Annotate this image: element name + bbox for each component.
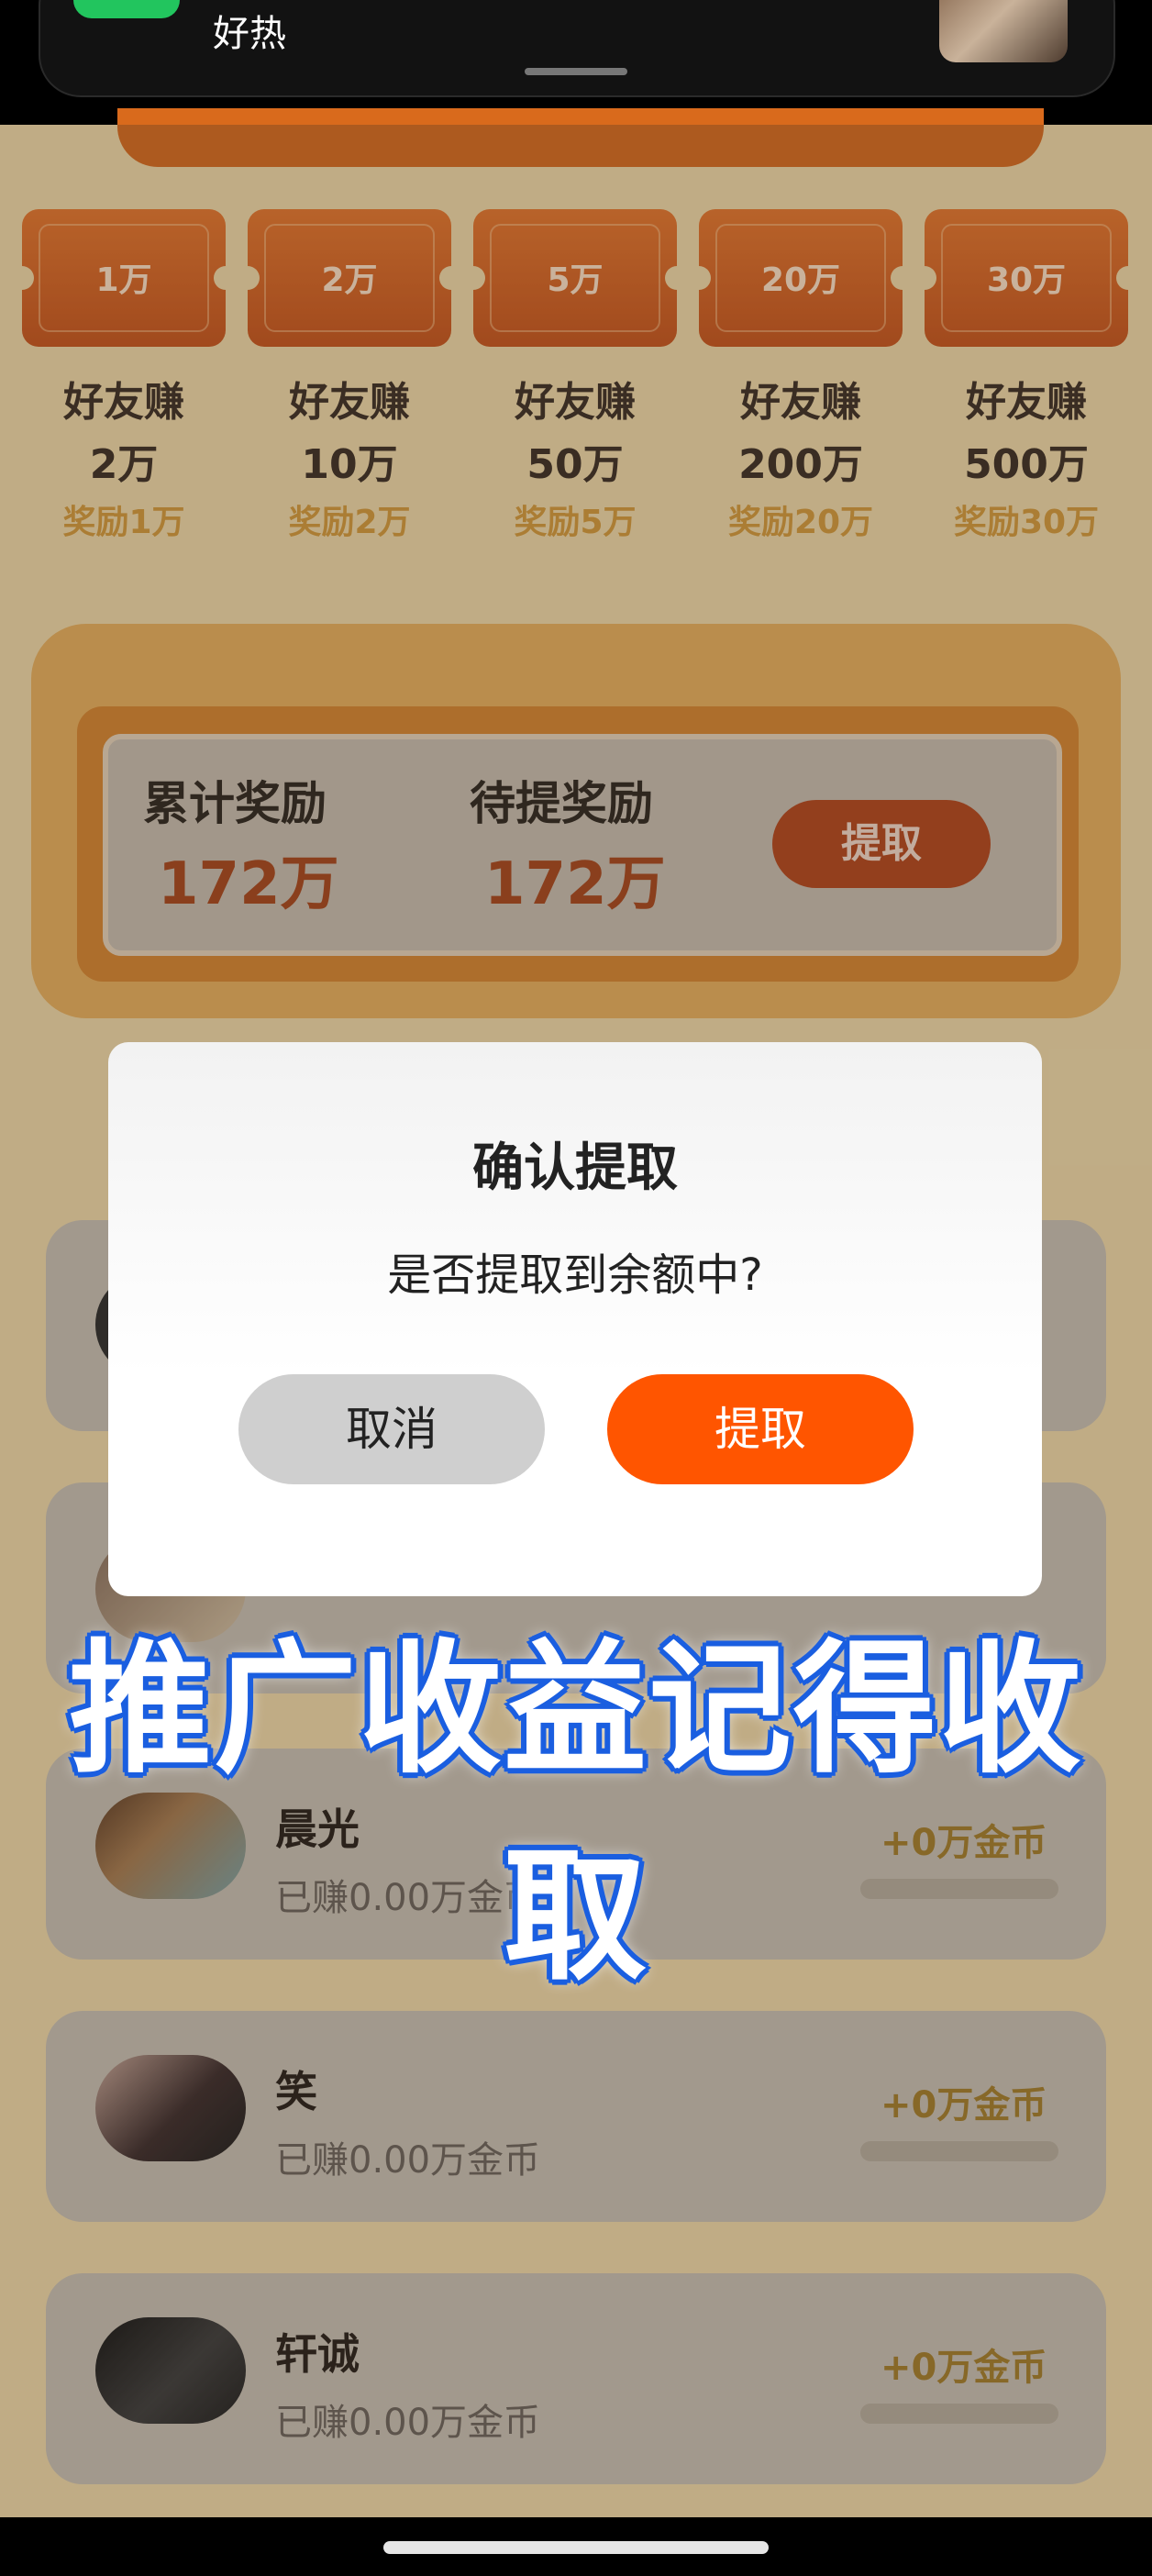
app-icon [73,0,180,18]
notification-handle[interactable] [525,68,627,75]
home-indicator[interactable] [383,2541,769,2554]
dialog-title: 确认提取 [472,1138,678,1198]
notification-thumbnail [939,0,1068,62]
dialog-message: 是否提取到余额中? [387,1249,763,1301]
promo-caption: 推广收益记得收取 [69,1626,1083,2000]
confirm-dialog: 确认提取 是否提取到余额中? 取消 提取 [108,1042,1042,1596]
confirm-withdraw-button[interactable]: 提取 [607,1374,914,1484]
notification-text: 好热 [213,13,286,55]
cancel-button[interactable]: 取消 [238,1374,545,1484]
